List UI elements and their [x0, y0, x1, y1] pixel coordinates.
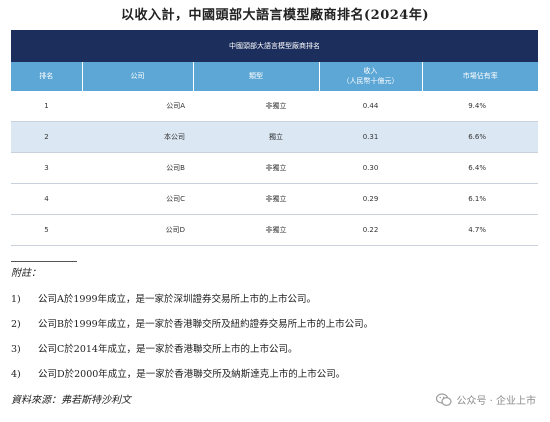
share-cell: 9.4% — [422, 91, 538, 122]
company-cell: 公司D — [82, 214, 193, 246]
category-cell: 非獨立 — [193, 183, 319, 215]
table-row: 5 公司D 非獨立 0.22 4.7% — [11, 214, 538, 246]
share-cell: 6.1% — [422, 183, 538, 215]
table-row: 3 公司B 非獨立 0.30 6.4% — [11, 152, 538, 184]
category-cell: 非獨立 — [193, 152, 319, 184]
share-cell: 6.4% — [422, 152, 538, 184]
rank-cell: 4 — [11, 183, 82, 215]
revenue-cell: 0.22 — [319, 214, 422, 246]
note-number: 1) — [11, 294, 21, 305]
share-cell: 4.7% — [422, 214, 538, 246]
share-cell: 6.6% — [422, 121, 538, 153]
revenue-cell: 0.30 — [319, 152, 422, 184]
notes-divider — [11, 261, 77, 262]
header-revenue: 收入 （人民幣十億元） — [319, 62, 423, 91]
watermark-text: 公众号 · 企业上市 — [456, 396, 536, 407]
page-title: 以收入計，中國頭部大語言模型廠商排名(2024年) — [121, 8, 429, 23]
company-cell: 公司A — [82, 91, 193, 122]
note-number: 2) — [11, 319, 21, 330]
table-row: 4 公司C 非獨立 0.29 6.1% — [11, 183, 538, 215]
table-banner: 中國頭部大語言模型廠商排名 — [11, 30, 538, 62]
wechat-icon — [436, 392, 453, 406]
revenue-cell: 0.44 — [319, 91, 422, 122]
rank-cell: 2 — [11, 121, 82, 153]
note-item: 3) 公司C於2014年成立，是一家於香港聯交所上市的上市公司。 — [11, 341, 297, 355]
note-item: 2) 公司B於1999年成立，是一家於香港聯交所及紐約證券交易所上市的上市公司。 — [11, 316, 373, 330]
table-row-highlighted: 2 本公司 獨立 0.31 6.6% — [11, 121, 538, 153]
note-text: 公司D於2000年成立，是一家於香港聯交所及納斯達克上市的上市公司。 — [38, 369, 346, 380]
note-number: 3) — [11, 344, 21, 355]
category-cell: 非獨立 — [193, 91, 319, 122]
header-revenue-line1: 收入 — [363, 67, 378, 76]
revenue-cell: 0.29 — [319, 183, 422, 215]
header-rank: 排名 — [11, 62, 83, 91]
company-cell: 公司C — [82, 183, 193, 215]
header-share: 市場佔有率 — [422, 62, 538, 91]
ranking-table: 排名 公司 類型 收入 （人民幣十億元） 市場佔有率 1 公司A 非獨立 0.4… — [11, 62, 538, 246]
note-text: 公司A於1999年成立，是一家於深圳證券交易所上市的上市公司。 — [38, 294, 317, 305]
header-revenue-line2: （人民幣十億元） — [342, 76, 399, 85]
note-number: 4) — [11, 369, 21, 380]
category-cell: 獨立 — [193, 121, 319, 153]
watermark: 公众号 · 企业上市 — [436, 392, 536, 407]
notes-label: 附註： — [11, 268, 41, 279]
company-cell: 本公司 — [82, 121, 193, 153]
header-category: 類型 — [193, 62, 320, 91]
revenue-cell: 0.31 — [319, 121, 422, 153]
table-row: 1 公司A 非獨立 0.44 9.4% — [11, 91, 538, 122]
note-text: 公司C於2014年成立，是一家於香港聯交所上市的上市公司。 — [38, 344, 298, 355]
company-cell: 公司B — [82, 152, 193, 184]
rank-cell: 1 — [11, 91, 82, 122]
header-company: 公司 — [82, 62, 194, 91]
rank-cell: 5 — [11, 214, 82, 246]
table-header-row: 排名 公司 類型 收入 （人民幣十億元） 市場佔有率 — [11, 62, 538, 91]
rank-cell: 3 — [11, 152, 82, 184]
source-line: 資料來源：弗若斯特沙利文 — [11, 395, 131, 406]
category-cell: 非獨立 — [193, 214, 319, 246]
note-text: 公司B於1999年成立，是一家於香港聯交所及紐約證券交易所上市的上市公司。 — [38, 319, 374, 330]
note-item: 1) 公司A於1999年成立，是一家於深圳證券交易所上市的上市公司。 — [11, 291, 316, 305]
note-item: 4) 公司D於2000年成立，是一家於香港聯交所及納斯達克上市的上市公司。 — [11, 366, 345, 380]
